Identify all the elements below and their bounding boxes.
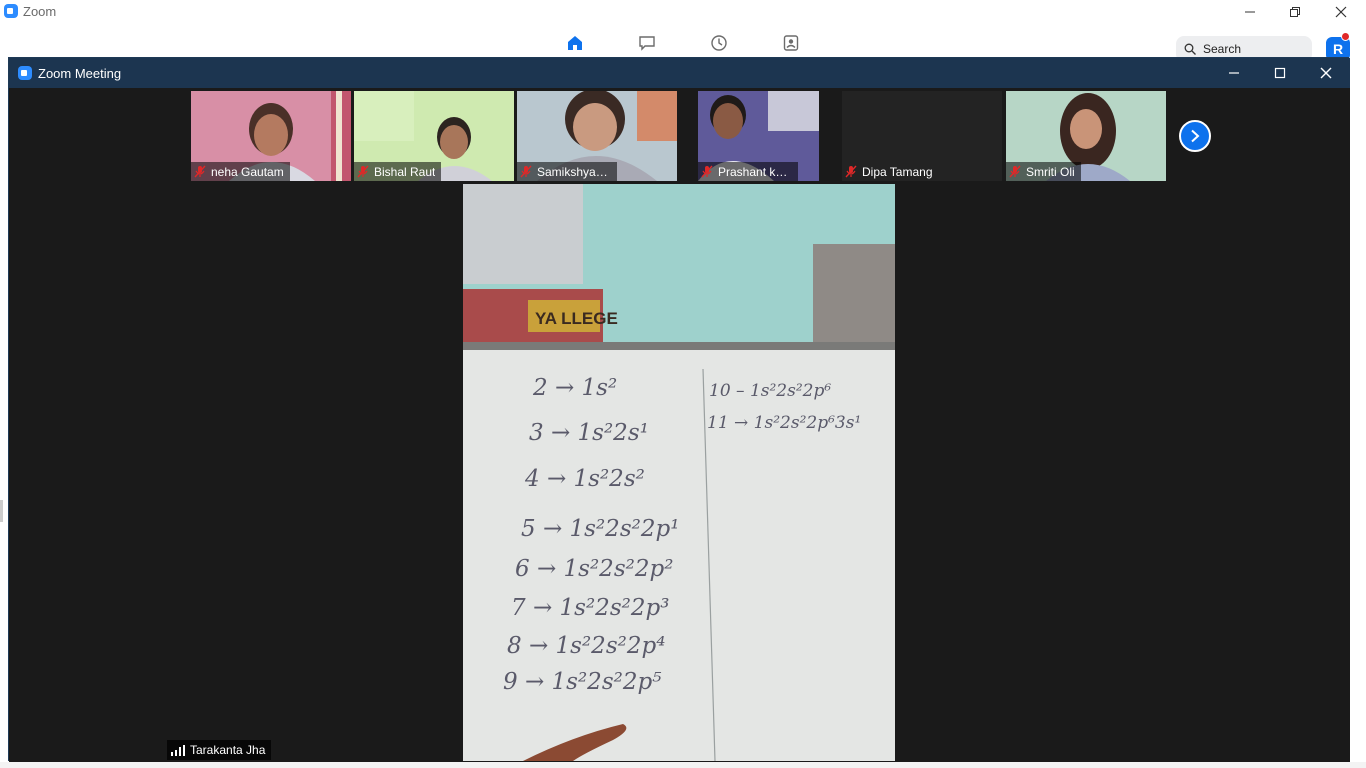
board-line: 3 → 1s²2s¹: [529, 420, 649, 446]
participant-name: neha Gautam: [211, 164, 284, 179]
board-line: 8 → 1s²2s²2p⁴: [507, 633, 665, 659]
participant-tile[interactable]: Bishal Raut: [354, 91, 514, 181]
participant-tile[interactable]: Samikshya giri: [517, 91, 677, 181]
desktop-bottom-strip: [0, 762, 1366, 768]
search-icon: [1184, 43, 1196, 55]
muted-mic-icon: [194, 165, 206, 178]
close-icon: [1320, 67, 1332, 79]
search-placeholder: Search: [1203, 42, 1242, 56]
meeting-maximize-button[interactable]: [1257, 58, 1303, 88]
clock-icon: [711, 35, 727, 51]
participant-tile[interactable]: neha Gautam: [191, 91, 351, 181]
app-titlebar: Zoom: [0, 0, 1366, 24]
participant-tile[interactable]: Smriti Oli: [1006, 91, 1166, 181]
zoom-app-window: Zoom Search R Zoom Meeting neha Gautam B…: [0, 0, 1366, 768]
minimize-icon: [1245, 11, 1255, 13]
poster-text: YA LLEGE: [535, 309, 618, 328]
participant-name: Dipa Tamang: [862, 164, 933, 179]
muted-mic-icon: [1009, 165, 1021, 178]
app-close-button[interactable]: [1318, 0, 1364, 24]
muted-mic-icon: [701, 165, 713, 178]
board-line: 4 → 1s²2s²: [524, 466, 645, 492]
app-restore-button[interactable]: [1272, 0, 1318, 24]
meeting-title: Zoom Meeting: [38, 66, 122, 81]
home-icon: [568, 36, 582, 50]
board-line: 5 → 1s²2s²2p¹: [521, 516, 679, 542]
notification-badge: [1341, 32, 1350, 41]
participant-name: Smriti Oli: [1026, 164, 1075, 179]
app-nav-bar: Search R: [0, 24, 1366, 62]
board-line: 2 → 1s²: [532, 375, 617, 401]
participant-name-tag: Samikshya giri: [517, 162, 617, 181]
board-line: 11 → 1s²2s²2p⁶3s¹: [707, 413, 861, 433]
meeting-body: neha Gautam Bishal Raut Samikshya giri P…: [9, 88, 1350, 762]
board-line: 7 → 1s²2s²2p³: [511, 595, 669, 621]
active-speaker-video: YA LLEGE 2 → 1s² 3 → 1s²2s¹ 4 → 1s²2s² 5…: [463, 184, 895, 761]
nav-chat-button[interactable]: [636, 32, 658, 54]
participant-name-tag: Dipa Tamang: [842, 162, 939, 181]
meeting-close-button[interactable]: [1303, 58, 1349, 88]
meeting-minimize-button[interactable]: [1211, 58, 1257, 88]
chat-icon: [639, 36, 655, 51]
muted-mic-icon: [845, 165, 857, 178]
board-line: 10 – 1s²2s²2p⁶: [709, 381, 831, 401]
next-page-button[interactable]: [1179, 120, 1211, 152]
participant-name: Prashant kha...: [718, 164, 792, 179]
participant-name-tag: neha Gautam: [191, 162, 290, 181]
meeting-titlebar: Zoom Meeting: [9, 58, 1350, 88]
minimize-icon: [1229, 72, 1239, 74]
signal-strength-icon: [171, 744, 185, 756]
participant-name: Samikshya giri: [537, 164, 611, 179]
board-line: 6 → 1s²2s²2p²: [515, 556, 673, 582]
app-minimize-button[interactable]: [1227, 0, 1273, 24]
maximize-icon: [1274, 67, 1286, 79]
participant-name-tag: Prashant kha...: [698, 162, 798, 181]
close-icon: [1335, 6, 1347, 18]
muted-mic-icon: [357, 165, 369, 178]
contacts-icon: [783, 35, 799, 51]
active-speaker-tag: Tarakanta Jha: [167, 740, 272, 760]
nav-home-button[interactable]: [564, 32, 586, 54]
restore-icon: [1290, 7, 1300, 17]
zoom-logo-icon: [18, 66, 32, 80]
participant-name-tag: Smriti Oli: [1006, 162, 1081, 181]
active-speaker-name: Tarakanta Jha: [190, 743, 266, 757]
meeting-window: Zoom Meeting neha Gautam Bishal Raut Sam…: [8, 57, 1350, 762]
nav-contacts-button[interactable]: [780, 32, 802, 54]
nav-meetings-button[interactable]: [708, 32, 730, 54]
desktop-edge: [0, 500, 3, 522]
participant-name-tag: Bishal Raut: [354, 162, 442, 181]
participant-tile[interactable]: Prashant kha...: [698, 91, 819, 181]
muted-mic-icon: [520, 165, 532, 178]
zoom-logo-icon: [4, 4, 18, 18]
board-line: 9 → 1s²2s²2p⁵: [503, 669, 661, 695]
participant-tile[interactable]: Dipa Tamang: [842, 91, 1002, 181]
whiteboard-video: YA LLEGE 2 → 1s² 3 → 1s²2s¹ 4 → 1s²2s² 5…: [463, 184, 895, 761]
participant-name: Bishal Raut: [374, 164, 436, 179]
app-title: Zoom: [23, 4, 57, 19]
chevron-right-icon: [1191, 129, 1200, 143]
